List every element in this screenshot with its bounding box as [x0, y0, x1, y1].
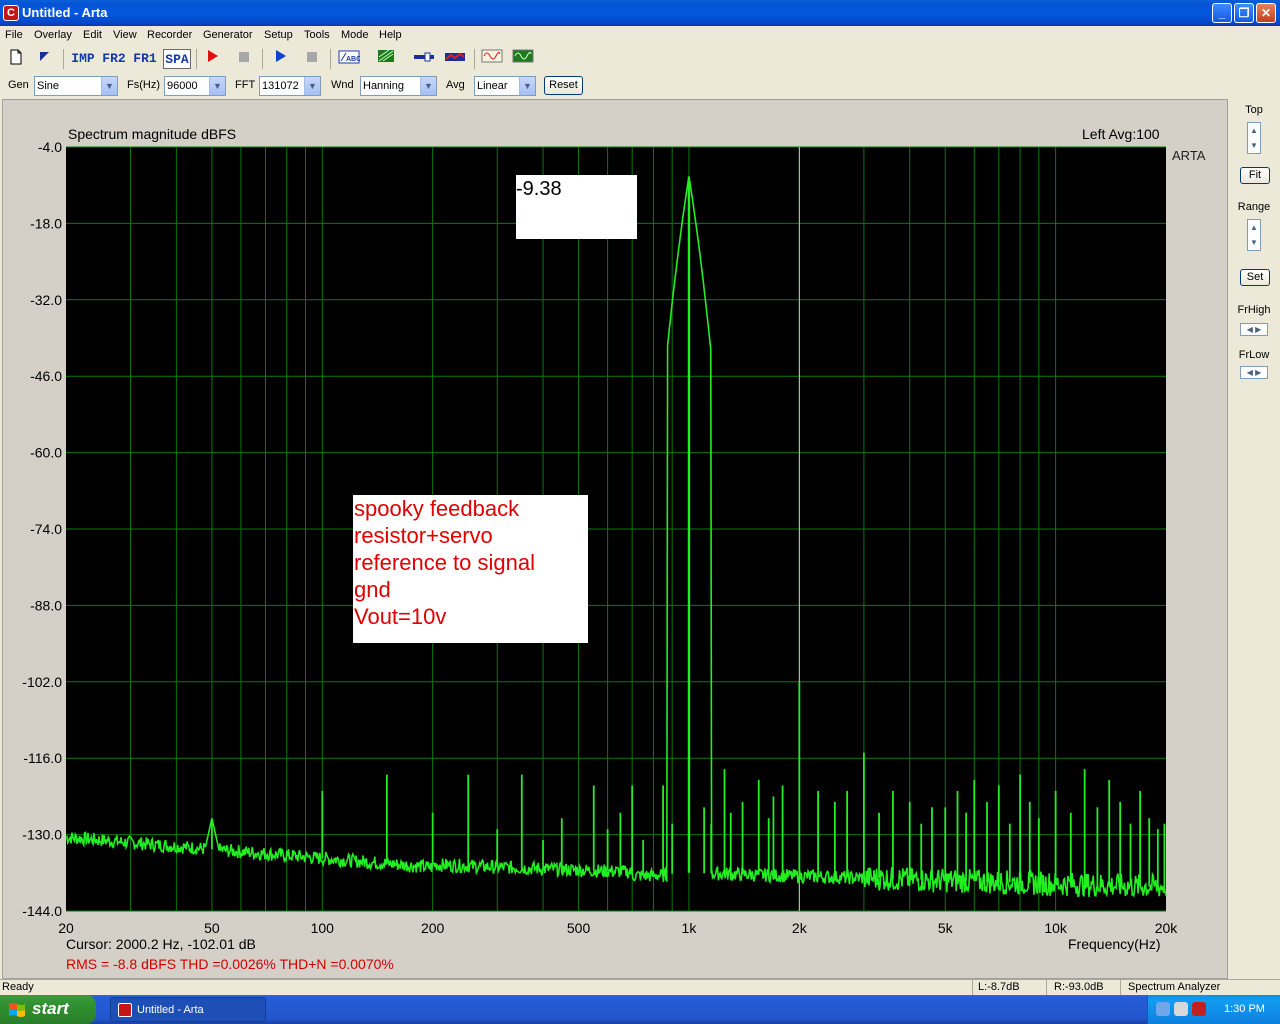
taskbar-item-label: Untitled - Arta: [137, 1004, 204, 1016]
status-left-level: L:-8.7dB: [978, 981, 1020, 993]
x-tick-label: 1k: [682, 920, 698, 936]
peak-value-text: -9.38: [516, 178, 562, 200]
y-tick-label: -60.0: [30, 445, 62, 461]
x-tick-label: 20k: [1155, 920, 1179, 936]
status-divider: [1046, 980, 1047, 995]
y-tick-label: -4.0: [38, 139, 62, 155]
x-tick-label: 200: [421, 920, 445, 936]
arta-app-icon: [118, 1003, 132, 1017]
note-line: spooky feedback: [354, 496, 520, 521]
note-line: Vout=10v: [354, 604, 446, 629]
y-tick-label: -74.0: [30, 521, 62, 537]
x-tick-label: 5k: [938, 920, 954, 936]
y-tick-label: -18.0: [30, 215, 62, 231]
x-tick-label: 500: [567, 920, 591, 936]
y-tick-label: -116.0: [23, 750, 62, 766]
x-tick-label: 10k: [1044, 920, 1068, 936]
system-tray: 1:30 PM: [1147, 995, 1280, 1024]
taskbar-item-arta[interactable]: Untitled - Arta: [110, 997, 266, 1022]
x-axis-label: Frequency(Hz): [1068, 936, 1161, 952]
rms-thd-readout: RMS = -8.8 dBFS THD =0.0026% THD+N =0.00…: [66, 956, 394, 972]
antivirus-icon[interactable]: [1192, 1002, 1206, 1016]
start-button[interactable]: start: [0, 995, 96, 1024]
x-tick-label: 2k: [792, 920, 808, 936]
status-divider: [972, 980, 973, 995]
note-line: reference to signal: [354, 550, 535, 575]
note-line: resistor+servo: [354, 523, 493, 548]
y-tick-label: -88.0: [30, 597, 62, 613]
taskbar: start Untitled - Arta 1:30 PM: [0, 995, 1280, 1024]
y-tick-label: -102.0: [22, 674, 62, 690]
status-right-level: R:-93.0dB: [1054, 981, 1104, 993]
spectrum-plot[interactable]: -4.0 -18.0 -32.0 -46.0 -60.0 -74.0 -88.0 -102.0…: [0, 0, 1280, 1024]
network-icon[interactable]: [1156, 1002, 1170, 1016]
x-tick-label: 20: [58, 920, 74, 936]
cursor-readout: Cursor: 2000.2 Hz, -102.01 dB: [66, 936, 256, 952]
windows-logo-icon: [9, 1003, 25, 1017]
note-line: gnd: [354, 577, 391, 602]
y-tick-label: -144.0: [22, 903, 62, 919]
y-tick-label: -46.0: [30, 368, 62, 384]
start-label: start: [32, 999, 69, 1018]
y-tick-label: -130.0: [22, 827, 62, 843]
status-divider: [1120, 980, 1121, 995]
y-tick-label: -32.0: [30, 292, 62, 308]
status-ready: Ready: [2, 981, 34, 993]
status-mode: Spectrum Analyzer: [1128, 981, 1221, 993]
clock: 1:30 PM: [1224, 1003, 1265, 1015]
volume-icon[interactable]: [1174, 1002, 1188, 1016]
status-bar: Ready L:-8.7dB R:-93.0dB Spectrum Analyz…: [0, 979, 1280, 995]
x-tick-label: 50: [204, 920, 220, 936]
x-tick-label: 100: [311, 920, 335, 936]
